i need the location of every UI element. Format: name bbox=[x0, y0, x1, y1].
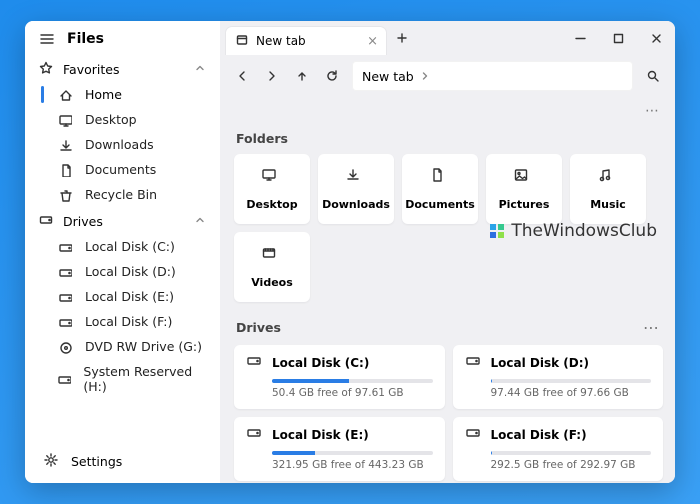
sidebar-item-drive[interactable]: Local Disk (E:) bbox=[25, 284, 220, 309]
document-icon bbox=[57, 163, 73, 177]
home-icon bbox=[57, 88, 73, 102]
folder-card-pictures[interactable]: Pictures bbox=[486, 154, 562, 224]
sidebar-item-desktop[interactable]: Desktop bbox=[25, 107, 220, 132]
desktop-icon bbox=[57, 113, 73, 127]
drive-usage-bar bbox=[491, 451, 652, 455]
toolbar: New tab bbox=[220, 55, 675, 97]
sidebar-item-recycle-bin[interactable]: Recycle Bin bbox=[25, 182, 220, 207]
app-title: Files bbox=[67, 31, 104, 47]
content-area: Folders DesktopDownloadsDocumentsPicture… bbox=[220, 127, 675, 483]
chevron-up-icon bbox=[194, 214, 206, 229]
picture-icon bbox=[513, 167, 535, 192]
video-icon bbox=[261, 245, 283, 270]
drives-title: Drives bbox=[236, 320, 643, 335]
drive-card[interactable]: Local Disk (F:) 292.5 GB free of 292.97 … bbox=[453, 417, 664, 481]
close-tab-icon[interactable]: × bbox=[367, 34, 378, 49]
folder-card-documents[interactable]: Documents bbox=[402, 154, 478, 224]
drive-icon bbox=[246, 425, 262, 445]
download-icon bbox=[345, 167, 367, 192]
drive-icon bbox=[57, 265, 73, 279]
drive-icon bbox=[57, 315, 73, 329]
settings-button[interactable]: Settings bbox=[25, 441, 220, 483]
nav-up-button[interactable] bbox=[288, 62, 316, 90]
chevron-up-icon bbox=[194, 62, 206, 77]
favorites-list: HomeDesktopDownloadsDocumentsRecycle Bin bbox=[25, 82, 220, 207]
drives-more-button[interactable]: ⋯ bbox=[643, 318, 659, 337]
music-icon bbox=[597, 167, 619, 192]
sidebar-section-drives[interactable]: Drives bbox=[25, 207, 220, 234]
sidebar-item-drive[interactable]: System Reserved (H:) bbox=[25, 359, 220, 399]
folder-card-desktop[interactable]: Desktop bbox=[234, 154, 310, 224]
sidebar-item-downloads[interactable]: Downloads bbox=[25, 132, 220, 157]
trash-icon bbox=[57, 188, 73, 202]
drive-icon bbox=[465, 425, 481, 445]
sidebar-section-favorites[interactable]: Favorites bbox=[25, 55, 220, 82]
app-window: Files Favorites HomeDesktopDownloadsDocu… bbox=[25, 21, 675, 483]
more-button[interactable]: ⋯ bbox=[641, 97, 663, 125]
disc-icon bbox=[57, 340, 73, 354]
folder-card-downloads[interactable]: Downloads bbox=[318, 154, 394, 224]
drive-icon bbox=[57, 240, 73, 254]
minimize-button[interactable] bbox=[561, 21, 599, 55]
sidebar-item-documents[interactable]: Documents bbox=[25, 157, 220, 182]
titlebar: New tab × bbox=[220, 21, 675, 55]
drive-usage-bar bbox=[491, 379, 652, 383]
nav-back-button[interactable] bbox=[228, 62, 256, 90]
nav-forward-button[interactable] bbox=[258, 62, 286, 90]
drives-grid: Local Disk (C:) 50.4 GB free of 97.61 GB… bbox=[234, 345, 663, 481]
drive-icon bbox=[39, 213, 53, 230]
drive-icon bbox=[57, 290, 73, 304]
main-pane: New tab × New tab bbox=[220, 21, 675, 483]
refresh-button[interactable] bbox=[318, 62, 346, 90]
new-tab-button[interactable] bbox=[390, 26, 414, 50]
document-icon bbox=[429, 167, 451, 192]
drive-usage-bar bbox=[272, 379, 433, 383]
drive-icon bbox=[465, 353, 481, 373]
sidebar-item-drive[interactable]: DVD RW Drive (G:) bbox=[25, 334, 220, 359]
sidebar-item-drive[interactable]: Local Disk (D:) bbox=[25, 259, 220, 284]
drive-card[interactable]: Local Disk (C:) 50.4 GB free of 97.61 GB bbox=[234, 345, 445, 409]
gear-icon bbox=[43, 452, 59, 471]
folder-card-music[interactable]: Music bbox=[570, 154, 646, 224]
folders-grid: DesktopDownloadsDocumentsPicturesMusic Vi… bbox=[234, 154, 663, 302]
folders-title: Folders bbox=[234, 127, 663, 154]
sidebar-item-drive[interactable]: Local Disk (F:) bbox=[25, 309, 220, 334]
maximize-button[interactable] bbox=[599, 21, 637, 55]
drive-card[interactable]: Local Disk (D:) 97.44 GB free of 97.66 G… bbox=[453, 345, 664, 409]
desktop-icon bbox=[261, 167, 283, 192]
close-window-button[interactable] bbox=[637, 21, 675, 55]
sidebar-item-home[interactable]: Home bbox=[25, 82, 220, 107]
drives-list: Local Disk (C:)Local Disk (D:)Local Disk… bbox=[25, 234, 220, 399]
search-button[interactable] bbox=[639, 62, 667, 90]
drive-card[interactable]: Local Disk (E:) 321.95 GB free of 443.23… bbox=[234, 417, 445, 481]
chevron-right-icon bbox=[420, 69, 430, 84]
folder-card-videos[interactable]: Videos bbox=[234, 232, 310, 302]
drive-usage-bar bbox=[272, 451, 433, 455]
sidebar-item-drive[interactable]: Local Disk (C:) bbox=[25, 234, 220, 259]
sidebar: Files Favorites HomeDesktopDownloadsDocu… bbox=[25, 21, 220, 483]
hamburger-icon[interactable] bbox=[39, 31, 55, 47]
tab-new-tab[interactable]: New tab × bbox=[226, 27, 386, 55]
tab-icon bbox=[236, 34, 248, 48]
download-icon bbox=[57, 138, 73, 152]
drive-icon bbox=[57, 372, 71, 386]
star-icon bbox=[39, 61, 53, 78]
address-bar[interactable]: New tab bbox=[352, 61, 633, 91]
drive-icon bbox=[246, 353, 262, 373]
